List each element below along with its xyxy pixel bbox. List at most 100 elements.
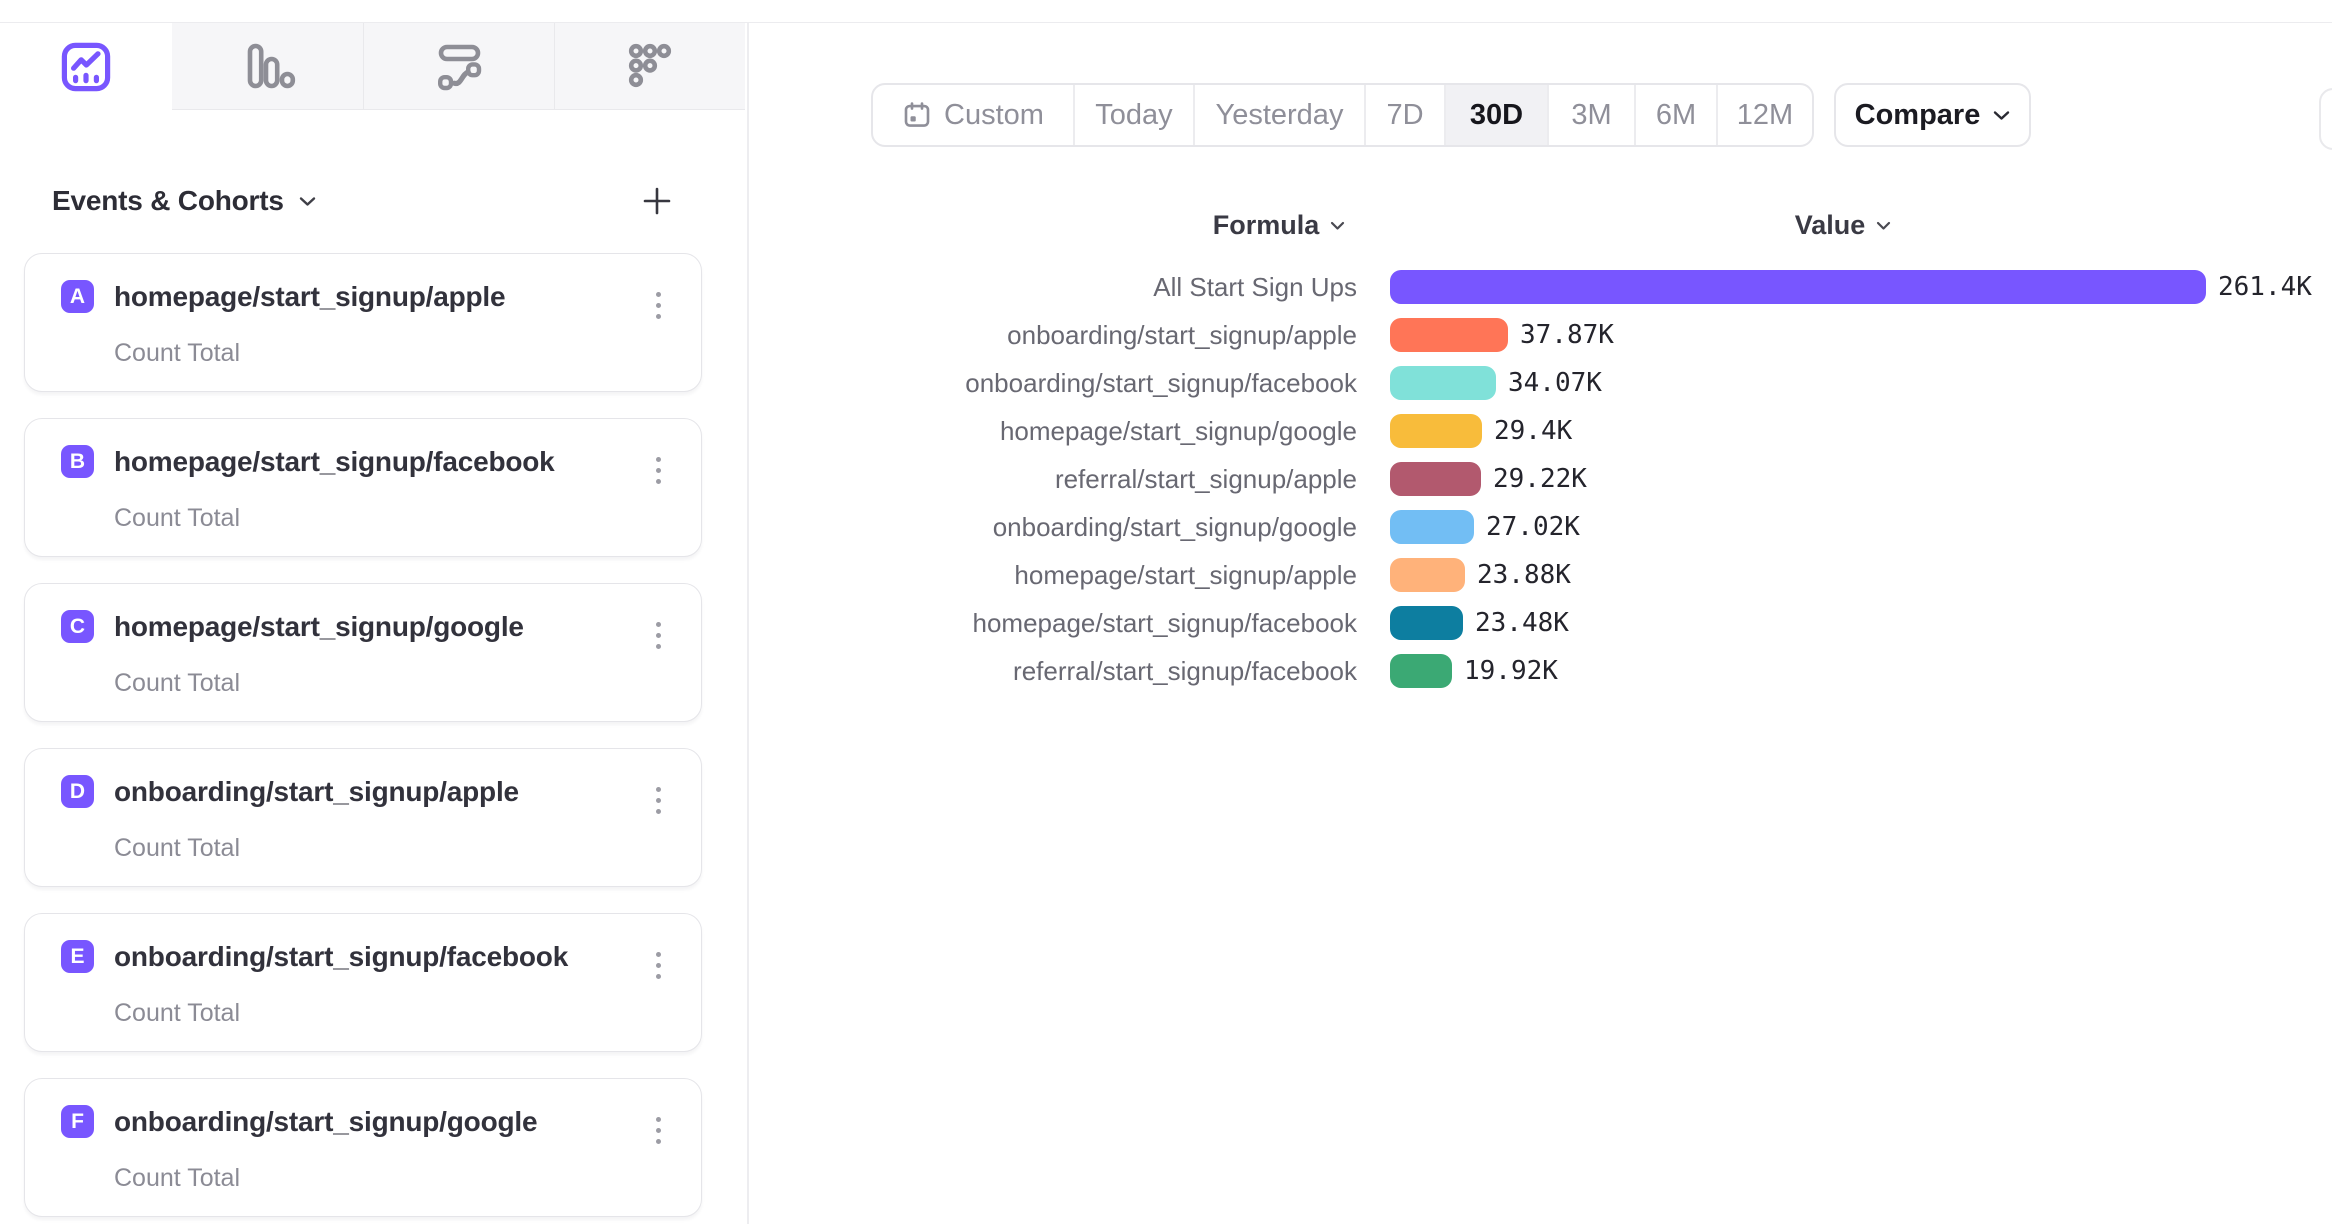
event-metric: Count Total [114,504,240,533]
event-letter-badge: C [61,610,94,643]
bar-row-label: referral/start_signup/apple [960,464,1357,495]
event-card-a[interactable]: A homepage/start_signup/apple Count Tota… [24,253,702,392]
bar-chart-row: referral/start_signup/facebook 19.92K [960,647,2312,695]
formula-header-label: Formula [1213,210,1320,241]
tab-insights-line[interactable] [0,23,172,110]
event-letter-badge: E [61,940,94,973]
event-metric: Count Total [114,999,240,1028]
date-option-label: 30D [1470,99,1523,132]
bar[interactable] [1390,606,1463,640]
date-option-yesterday[interactable]: Yesterday [1195,85,1366,145]
event-card-list: A homepage/start_signup/apple Count Tota… [24,253,704,1218]
event-card-f[interactable]: F onboarding/start_signup/google Count T… [24,1078,702,1217]
date-option-label: 12M [1737,99,1793,132]
dots-grid-icon [622,38,678,94]
chevron-down-icon [1330,221,1345,231]
event-metric: Count Total [114,1164,240,1193]
sidebar-divider [747,23,749,1224]
bar[interactable] [1390,510,1474,544]
date-option-3m[interactable]: 3M [1549,85,1636,145]
date-option-6m[interactable]: 6M [1636,85,1718,145]
bar[interactable] [1390,558,1465,592]
bar-row-label: onboarding/start_signup/apple [960,320,1357,351]
plus-icon [640,184,674,218]
event-card-b[interactable]: B homepage/start_signup/facebook Count T… [24,418,702,557]
bar[interactable] [1390,414,1482,448]
bar[interactable] [1390,654,1452,688]
bar-chart-row: homepage/start_signup/apple 23.88K [960,551,2312,599]
date-option-custom[interactable]: Custom [873,85,1075,145]
tab-metrics[interactable] [554,23,745,110]
event-name: homepage/start_signup/facebook [114,446,555,478]
bar-value-label: 29.4K [1494,416,1572,446]
bar[interactable] [1390,462,1481,496]
bar-chart: All Start Sign Ups 261.4K onboarding/sta… [960,263,2312,695]
event-letter-badge: B [61,445,94,478]
bar-chart-row: onboarding/start_signup/facebook 34.07K [960,359,2312,407]
value-header-label: Value [1795,210,1866,241]
event-letter-badge: F [61,1105,94,1138]
clipped-toolbar-button[interactable] [2319,88,2332,150]
event-metric: Count Total [114,339,240,368]
bar[interactable] [1390,318,1508,352]
bar-value-label: 23.48K [1475,608,1569,638]
event-metric: Count Total [114,834,240,863]
bar-chart-row: homepage/start_signup/facebook 23.48K [960,599,2312,647]
date-option-30d[interactable]: 30D [1446,85,1549,145]
event-card-d[interactable]: D onboarding/start_signup/apple Count To… [24,748,702,887]
bar-value-label: 29.22K [1493,464,1587,494]
bar-row-label: homepage/start_signup/apple [960,560,1357,591]
kebab-menu-icon[interactable] [641,447,675,493]
bar-row-label: onboarding/start_signup/google [960,512,1357,543]
bar-chart-row: All Start Sign Ups 261.4K [960,263,2312,311]
bar-value-label: 27.02K [1486,512,1580,542]
event-letter-badge: A [61,280,94,313]
kebab-menu-icon[interactable] [641,777,675,823]
bar-chart-icon [240,38,296,94]
date-option-7d[interactable]: 7D [1366,85,1446,145]
value-column-header[interactable]: Value [1733,210,1953,241]
event-card-e[interactable]: E onboarding/start_signup/facebook Count… [24,913,702,1052]
kebab-menu-icon[interactable] [641,1107,675,1153]
events-cohorts-header[interactable]: Events & Cohorts [52,178,316,224]
date-option-label: Yesterday [1216,99,1344,132]
kebab-menu-icon[interactable] [641,942,675,988]
date-option-label: Today [1095,99,1172,132]
bar-value-label: 19.92K [1464,656,1558,686]
bar-value-label: 23.88K [1477,560,1571,590]
formula-column-header[interactable]: Formula [1169,210,1389,241]
date-option-today[interactable]: Today [1075,85,1195,145]
bar-chart-row: onboarding/start_signup/google 27.02K [960,503,2312,551]
events-cohorts-title: Events & Cohorts [52,185,284,217]
event-letter-badge: D [61,775,94,808]
bar-row-label: referral/start_signup/facebook [960,656,1357,687]
date-option-label: 3M [1571,99,1611,132]
bar-value-label: 261.4K [2218,272,2312,302]
event-metric: Count Total [114,669,240,698]
bar[interactable] [1390,366,1496,400]
bar-value-label: 37.87K [1520,320,1614,350]
date-option-label: 7D [1386,99,1423,132]
bar[interactable] [1390,270,2206,304]
tab-flow[interactable] [363,23,554,110]
date-range-group: Custom Today Yesterday 7D 30D 3M 6M 12M [871,83,1814,147]
flow-icon [431,38,487,94]
bar-value-label: 34.07K [1508,368,1602,398]
chevron-down-icon [299,196,316,207]
bar-row-label: homepage/start_signup/facebook [960,608,1357,639]
bar-row-label: homepage/start_signup/google [960,416,1357,447]
date-option-label: 6M [1656,99,1696,132]
date-option-12m[interactable]: 12M [1718,85,1812,145]
kebab-menu-icon[interactable] [641,612,675,658]
compare-button[interactable]: Compare [1834,83,2031,147]
kebab-menu-icon[interactable] [641,282,675,328]
compare-label: Compare [1855,99,1981,132]
chevron-down-icon [1993,110,2010,121]
event-name: homepage/start_signup/google [114,611,524,643]
calendar-icon [902,100,932,130]
add-event-button[interactable] [634,178,680,224]
event-card-c[interactable]: C homepage/start_signup/google Count Tot… [24,583,702,722]
date-option-label: Custom [944,99,1044,132]
event-name: onboarding/start_signup/google [114,1106,537,1138]
tab-bar-chart[interactable] [172,23,363,110]
